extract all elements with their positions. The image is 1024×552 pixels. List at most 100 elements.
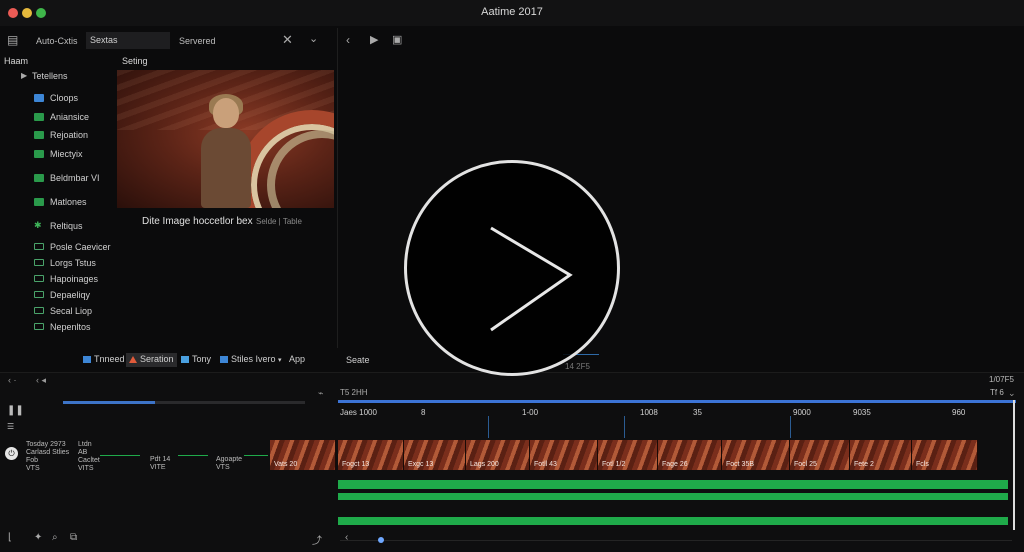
library-icon[interactable]: ▤: [7, 33, 18, 47]
ruler-label: 9035: [853, 408, 871, 417]
magic-icon[interactable]: ✦: [34, 532, 42, 543]
ruler-label: 1008: [640, 408, 658, 417]
waveform-icon[interactable]: ⌁: [318, 388, 323, 399]
play-icon[interactable]: ▶: [370, 33, 378, 46]
settings-head: Seting: [122, 56, 148, 66]
save-icon[interactable]: ▣: [392, 33, 402, 46]
track-info: Agoapte VTS: [216, 456, 243, 471]
tab-tony[interactable]: Tony: [178, 353, 214, 367]
video-clip[interactable]: Foct 35B: [722, 440, 790, 470]
sidebar-item[interactable]: Matlones: [0, 196, 115, 210]
ruler-label: 35: [693, 408, 702, 417]
video-clip[interactable]: Fogct 13: [338, 440, 404, 470]
ruler-label: 960: [952, 408, 966, 417]
video-clip[interactable]: Fotl 1/2: [598, 440, 658, 470]
marker: [488, 416, 489, 438]
preview-caption-sub: Selde | Table: [256, 217, 302, 226]
sidebar-item[interactable]: Hapoinages: [0, 273, 115, 287]
folder-icon: [34, 307, 44, 314]
green-square-icon: [34, 131, 44, 139]
video-clip[interactable]: Fage 26: [658, 440, 722, 470]
trim-icon[interactable]: ⌊: [8, 532, 12, 543]
sidebar-item[interactable]: Lorgs Tstus: [0, 257, 115, 271]
sidebar-item[interactable]: Secal Liop: [0, 305, 115, 319]
video-clip[interactable]: Fete 2: [850, 440, 912, 470]
video-clip[interactable]: Lags 200: [466, 440, 530, 470]
link-icon[interactable]: ⤴: [312, 532, 322, 547]
sidebar-item[interactable]: Beldmbar VI: [0, 172, 115, 186]
preview-thumbnail[interactable]: [117, 70, 334, 208]
tab-app[interactable]: App: [286, 353, 308, 367]
marker: [624, 416, 625, 438]
power-icon[interactable]: ⏻: [5, 447, 18, 460]
disclosure-triangle-icon[interactable]: ▶: [21, 71, 27, 80]
chevron-down-icon[interactable]: ⌄: [1008, 388, 1016, 399]
connector-line: [100, 455, 140, 456]
viewer-toolbar: ‹ ▶ ▣: [338, 28, 1024, 52]
tab-seration[interactable]: Seration: [126, 353, 177, 367]
chevron-left-icon[interactable]: ‹: [345, 532, 348, 543]
connector-line: [244, 455, 268, 456]
audio-track[interactable]: [338, 517, 1008, 525]
chevron-left-icon[interactable]: ‹ ◂: [36, 375, 46, 386]
window-title: Aatime 2017: [481, 6, 543, 18]
track-info: Ltdn AB Cacltet VITS: [78, 441, 100, 472]
audio-track[interactable]: [338, 480, 1008, 489]
title-bar: Aatime 2017: [0, 0, 1024, 26]
copy-icon[interactable]: ⧉: [70, 532, 77, 543]
served-label: Servered: [179, 36, 216, 46]
menu-icon[interactable]: ☰: [7, 422, 14, 431]
green-square-icon: [34, 174, 44, 182]
playhead[interactable]: [1013, 400, 1015, 530]
clip-strip: Fogct 13 Exgc 13 Lags 200 Fotll 43 Fotl 1/2 F…: [338, 440, 1008, 470]
sidebar-item[interactable]: Rejoation: [0, 129, 115, 143]
chevron-down-icon[interactable]: ⌄: [309, 32, 318, 45]
close-icon[interactable]: ✕: [282, 32, 293, 48]
folder-icon: [34, 275, 44, 282]
audio-track[interactable]: [338, 493, 1008, 500]
sidebar-group[interactable]: ▶ Tetellens: [0, 70, 115, 84]
chevron-left-icon[interactable]: ‹: [346, 33, 350, 47]
viewer-label: Seate: [346, 355, 370, 365]
sidebar-item[interactable]: Nepenltos: [0, 321, 115, 335]
chevron-left-icon[interactable]: ‹ ·: [8, 375, 17, 385]
play-button[interactable]: [404, 160, 620, 376]
sidebar-item[interactable]: Depaeliqy: [0, 289, 115, 303]
sidebar-item[interactable]: Posle Caevicer: [0, 241, 115, 255]
panel-divider[interactable]: [337, 28, 338, 348]
right-counter: 1/07F5: [989, 375, 1014, 384]
tab-stiles[interactable]: Stiles Ivero ▾: [217, 353, 285, 367]
search-icon[interactable]: ⌕: [52, 532, 58, 543]
sidebar-item[interactable]: Cloops: [0, 92, 115, 106]
pause-icon[interactable]: ❚❚: [7, 405, 24, 416]
video-clip[interactable]: Fcls: [912, 440, 978, 470]
search-field[interactable]: Sextas: [86, 32, 170, 49]
green-square-icon: [34, 198, 44, 206]
left-progress-bar[interactable]: [63, 401, 305, 404]
folder-icon: [181, 356, 189, 363]
sidebar-item[interactable]: Miectyix: [0, 148, 115, 162]
folder-icon: [34, 259, 44, 266]
scrub-handle[interactable]: [378, 537, 384, 543]
timeline-timecode: T5 2HH: [340, 388, 368, 397]
video-clip[interactable]: Focl 25: [790, 440, 850, 470]
video-clip[interactable]: Vats 20: [270, 440, 336, 470]
sidebar-item[interactable]: Aniansice: [0, 111, 115, 125]
sidebar-item[interactable]: ✱ Reltiqus: [0, 220, 115, 234]
track-info: Tosday 2973 Carlasd Stlies Fob VTS: [26, 441, 70, 472]
scrub-track[interactable]: [340, 540, 1012, 541]
green-square-icon: [34, 113, 44, 121]
timeline-ruler-bar[interactable]: [338, 400, 1016, 403]
sparkle-icon: ✱: [34, 220, 42, 230]
video-clip[interactable]: Fotll 43: [530, 440, 598, 470]
connector-line: [178, 455, 208, 456]
chevron-down-icon: ▾: [278, 357, 282, 364]
left-toolbar: ▤ Auto-Cxtis Sextas Servered ✕ ⌄: [0, 28, 338, 52]
preview-caption: Dite Image hoccetlor bex: [142, 216, 253, 227]
warning-icon: [129, 356, 137, 363]
folder-icon: [34, 291, 44, 298]
left-panel-head: Haam: [4, 56, 29, 66]
tab-tnneed[interactable]: Tnneed: [80, 353, 128, 367]
auto-label: Auto-Cxtis: [36, 36, 78, 46]
video-clip[interactable]: Exgc 13: [404, 440, 466, 470]
